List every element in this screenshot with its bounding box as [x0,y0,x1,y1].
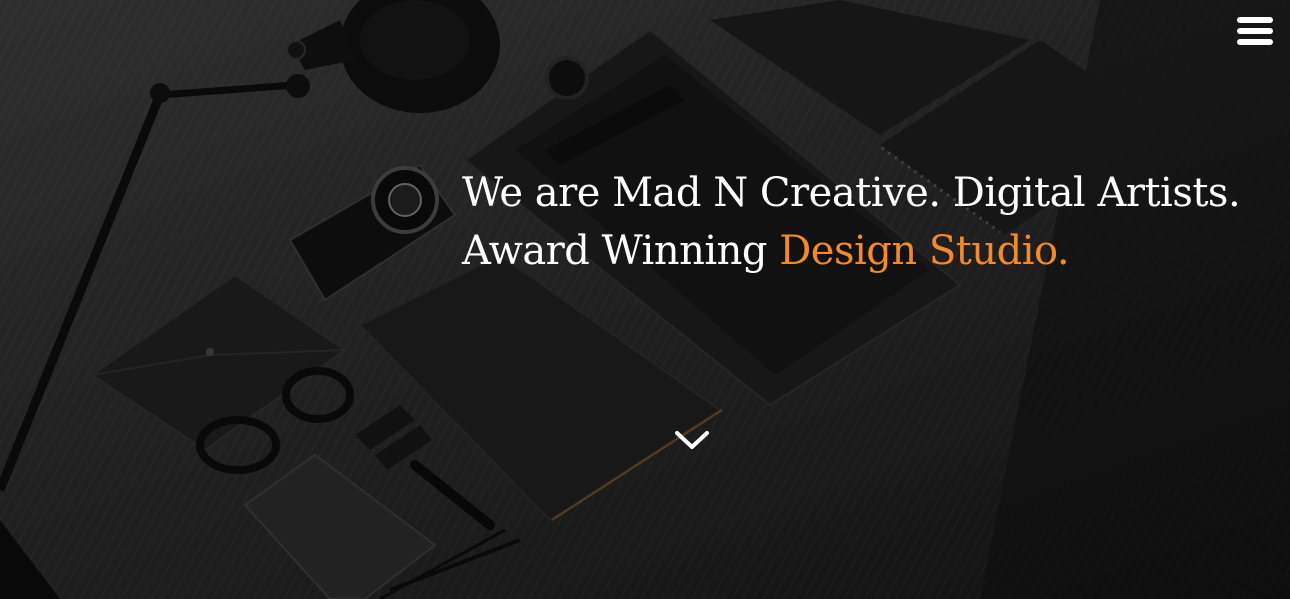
hero-headline: We are Mad N Creative. Digital Artists. … [462,164,1282,280]
hamburger-menu-icon-bar-middle [1237,28,1273,34]
hero-dark-overlay [0,0,1290,599]
hero-section: We are Mad N Creative. Digital Artists. … [0,0,1290,599]
hamburger-menu-icon-bar-top [1237,17,1273,23]
hero-headline-line-1: We are Mad N Creative. Digital Artists. [462,170,1241,216]
hero-headline-line-2-prefix: Award Winning [462,228,780,274]
hero-headline-line-2: Award Winning Design Studio. [462,222,1282,280]
chevron-down-icon [675,431,709,449]
hero-headline-accent: Design Studio. [779,228,1070,274]
hamburger-menu-icon-bar-bottom [1237,39,1273,45]
hamburger-menu-button[interactable] [1237,15,1273,47]
scroll-down-button[interactable] [674,427,710,453]
